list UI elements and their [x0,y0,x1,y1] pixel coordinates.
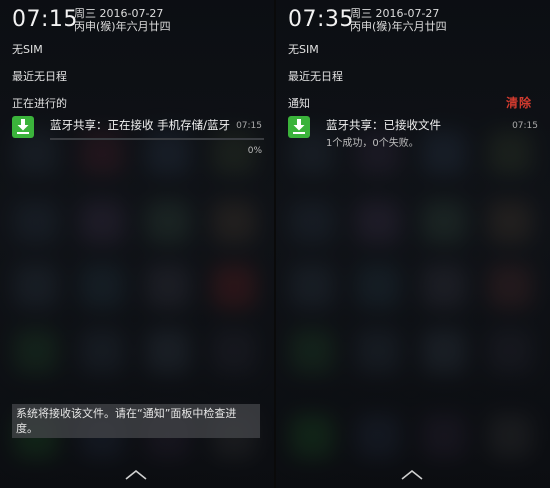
date-block: 周三 2016-07-27 丙申(猴)年六月廿四 [74,7,171,33]
notification-shade-received: 07:35 周三 2016-07-27 丙申(猴)年六月廿四 无SIM 最近无日… [276,0,550,488]
schedule-status[interactable]: 最近无日程 [288,68,343,84]
schedule-status[interactable]: 最近无日程 [12,68,67,84]
download-icon [288,116,310,138]
clock: 07:35 [288,7,354,32]
progress-percent: 0% [247,146,262,156]
notification-title: 蓝牙共享：正在接收 手机存储/蓝牙 [50,118,231,132]
notification-subtitle: 1个成功，0个失败。 [326,138,419,149]
sim-status: 无SIM [288,43,319,56]
section-notifications-label: 通知 [288,97,310,110]
bluetooth-receiving-notification[interactable]: 蓝牙共享：正在接收 手机存储/蓝牙 07:15 0% [12,116,268,166]
notification-time: 07:15 [512,121,538,131]
progress-bar [50,138,264,140]
lunar-date: 丙申(猴)年六月廿四 [350,20,447,33]
bluetooth-received-notification[interactable]: 蓝牙共享：已接收文件 07:15 1个成功，0个失败。 [288,116,544,166]
chevron-up-icon[interactable] [401,470,423,480]
section-ongoing-label: 正在进行的 [12,97,67,110]
lunar-date: 丙申(猴)年六月廿四 [74,20,171,33]
notification-title: 蓝牙共享：已接收文件 [326,118,441,132]
chevron-up-icon[interactable] [125,470,147,480]
date-block: 周三 2016-07-27 丙申(猴)年六月廿四 [350,7,447,33]
notification-time: 07:15 [236,121,262,131]
sim-status: 无SIM [12,43,43,56]
weekday-date: 周三 2016-07-27 [74,7,164,20]
download-icon [12,116,34,138]
weekday-date: 周三 2016-07-27 [350,7,440,20]
toast-message: 系统将接收该文件。请在“通知”面板中检查进度。 [12,404,260,438]
clock: 07:15 [12,7,78,32]
notification-shade-downloading: 07:15 周三 2016-07-27 丙申(猴)年六月廿四 无SIM 最近无日… [0,0,274,488]
clear-button[interactable]: 清除 [506,94,532,111]
